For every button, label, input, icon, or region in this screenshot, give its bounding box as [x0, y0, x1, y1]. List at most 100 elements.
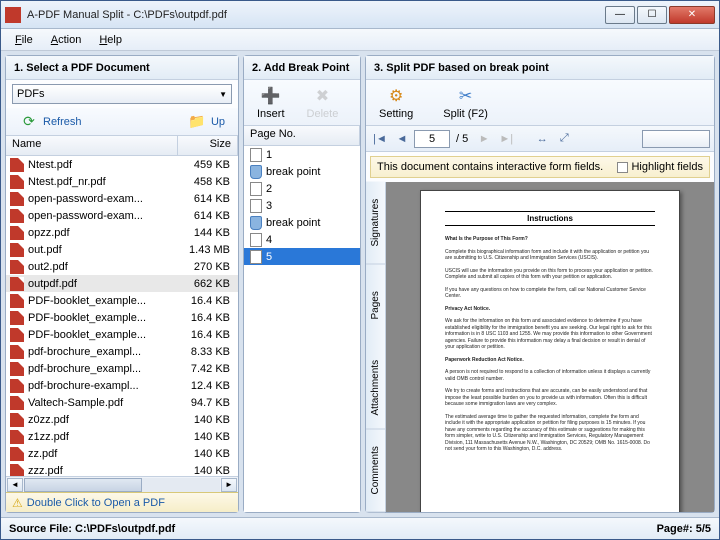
file-size: 270 KB	[174, 261, 234, 273]
pdf-file-icon	[10, 379, 24, 393]
close-button[interactable]: ✕	[669, 6, 715, 24]
file-row[interactable]: open-password-exam...614 KB	[6, 190, 238, 207]
setting-button[interactable]: ⚙ Setting	[372, 83, 420, 123]
hscrollbar[interactable]: ◄ ►	[6, 476, 238, 492]
file-row[interactable]: zzz.pdf140 KB	[6, 462, 238, 476]
file-name: outpdf.pdf	[28, 278, 174, 290]
file-row[interactable]: pdf-brochure_exampl...8.33 KB	[6, 343, 238, 360]
file-row[interactable]: Ntest.pdf_nr.pdf458 KB	[6, 173, 238, 190]
page-list[interactable]: 1break point23break point45	[244, 146, 360, 512]
page-row[interactable]: 5	[244, 248, 360, 265]
scroll-track[interactable]	[24, 478, 220, 492]
panel-split: 3. Split PDF based on break point ⚙ Sett…	[365, 55, 715, 513]
file-row[interactable]: pdf-brochure_exampl...7.42 KB	[6, 360, 238, 377]
pdf-file-icon	[10, 362, 24, 376]
pdf-file-icon	[10, 226, 24, 240]
split-icon: ✂	[456, 86, 476, 106]
prev-page-button[interactable]: ◄	[392, 130, 412, 148]
breakpoint-row[interactable]: break point	[244, 214, 360, 231]
file-size: 16.4 KB	[174, 295, 234, 307]
first-page-button[interactable]: |◄	[370, 130, 390, 148]
pdf-file-icon	[10, 175, 24, 189]
minimize-button[interactable]: —	[605, 6, 635, 24]
zoom-combo[interactable]	[642, 130, 710, 148]
file-row[interactable]: outpdf.pdf662 KB	[6, 275, 238, 292]
file-row[interactable]: PDF-booklet_example...16.4 KB	[6, 326, 238, 343]
folder-combo-value: PDFs	[17, 88, 45, 100]
pdf-file-icon	[10, 311, 24, 325]
tab-attachments[interactable]: Attachments	[366, 347, 385, 430]
tab-signatures[interactable]: Signatures	[366, 182, 385, 265]
pdf-file-icon	[10, 413, 24, 427]
panel-breakpoint: 2. Add Break Point ➕ Insert ✖ Delete Pag…	[243, 55, 361, 513]
menu-help[interactable]: Help	[91, 32, 130, 48]
file-row[interactable]: z1zz.pdf140 KB	[6, 428, 238, 445]
scroll-right-button[interactable]: ►	[221, 478, 237, 492]
page-row[interactable]: 3	[244, 197, 360, 214]
delete-label: Delete	[307, 108, 339, 120]
last-page-button[interactable]: ►|	[496, 130, 516, 148]
tab-pages[interactable]: Pages	[366, 265, 385, 348]
page-total: / 5	[452, 133, 472, 145]
page-number-input[interactable]	[414, 130, 450, 148]
statusbar: Source File: C:\PDFs\outpdf.pdf Page#: 5…	[1, 517, 719, 539]
file-row[interactable]: out.pdf1.43 MB	[6, 241, 238, 258]
fit-page-button[interactable]: ⤢	[554, 130, 574, 148]
pdf-file-icon	[10, 158, 24, 172]
fit-width-button[interactable]: ↔	[532, 130, 552, 148]
page-row[interactable]: 1	[244, 146, 360, 163]
file-row[interactable]: Ntest.pdf459 KB	[6, 156, 238, 173]
file-row[interactable]: out2.pdf270 KB	[6, 258, 238, 275]
menu-help-label: elp	[107, 34, 122, 46]
info-bar: This document contains interactive form …	[370, 156, 710, 178]
file-row[interactable]: z0zz.pdf140 KB	[6, 411, 238, 428]
folder-combo[interactable]: PDFs ▼	[12, 84, 232, 104]
tab-comments[interactable]: Comments	[366, 430, 385, 513]
file-name: opzz.pdf	[28, 227, 174, 239]
page-row-label: 3	[266, 200, 272, 212]
page-row[interactable]: 2	[244, 180, 360, 197]
pdf-file-icon	[10, 464, 24, 477]
menubar: File Action Help	[1, 29, 719, 51]
panel1-title: 1. Select a PDF Document	[6, 56, 238, 80]
pdf-file-icon	[10, 447, 24, 461]
file-row[interactable]: open-password-exam...614 KB	[6, 207, 238, 224]
scroll-thumb[interactable]	[24, 478, 142, 492]
file-name: z1zz.pdf	[28, 431, 174, 443]
delete-icon: ✖	[312, 86, 332, 106]
file-list[interactable]: Ntest.pdf459 KBNtest.pdf_nr.pdf458 KBope…	[6, 156, 238, 476]
file-row[interactable]: Valtech-Sample.pdf94.7 KB	[6, 394, 238, 411]
delete-button[interactable]: ✖ Delete	[300, 83, 346, 123]
file-row[interactable]: pdf-brochure-exampl...12.4 KB	[6, 377, 238, 394]
insert-label: Insert	[257, 108, 285, 120]
col-pageno[interactable]: Page No.	[244, 126, 360, 145]
page-row-label: 4	[266, 234, 272, 246]
menu-action[interactable]: Action	[43, 32, 90, 48]
breakpoint-row[interactable]: break point	[244, 163, 360, 180]
pdf-preview[interactable]: Instructions What Is the Purpose of This…	[386, 182, 714, 512]
next-page-button[interactable]: ►	[474, 130, 494, 148]
file-row[interactable]: opzz.pdf144 KB	[6, 224, 238, 241]
highlight-fields-checkbox[interactable]: Highlight fields	[617, 161, 703, 173]
up-button[interactable]: 📁 Up	[180, 109, 232, 135]
scroll-left-button[interactable]: ◄	[7, 478, 23, 492]
menu-file[interactable]: File	[7, 32, 41, 48]
file-row[interactable]: PDF-booklet_example...16.4 KB	[6, 292, 238, 309]
insert-button[interactable]: ➕ Insert	[250, 83, 292, 123]
warning-icon: ⚠	[12, 496, 23, 510]
maximize-button[interactable]: ☐	[637, 6, 667, 24]
col-size[interactable]: Size	[178, 136, 238, 155]
file-size: 7.42 KB	[174, 363, 234, 375]
pdf-page: Instructions What Is the Purpose of This…	[420, 190, 680, 512]
split-button[interactable]: ✂ Split (F2)	[436, 83, 495, 123]
file-row[interactable]: zz.pdf140 KB	[6, 445, 238, 462]
page-row[interactable]: 4	[244, 231, 360, 248]
refresh-button[interactable]: ⟳ Refresh	[12, 109, 89, 135]
hint-label: Double Click to Open a PDF	[27, 497, 165, 509]
col-name[interactable]: Name	[6, 136, 178, 155]
highlight-label: Highlight fields	[631, 161, 703, 173]
page-icon	[250, 148, 262, 162]
file-row[interactable]: PDF-booklet_example...16.4 KB	[6, 309, 238, 326]
page-list-header: Page No.	[244, 126, 360, 146]
app-icon	[5, 7, 21, 23]
